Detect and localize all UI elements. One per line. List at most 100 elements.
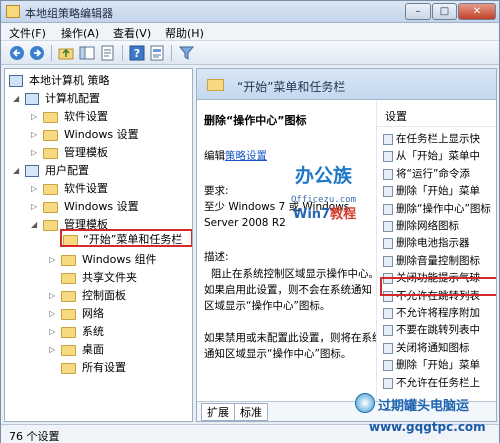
folder-icon bbox=[61, 255, 76, 266]
requirements-line-2: Server 2008 R2 bbox=[204, 217, 286, 229]
description-line-3: 区域显示“操作中心”图标。 bbox=[204, 300, 331, 312]
policy-setting-icon bbox=[383, 342, 393, 354]
settings-list-row[interactable]: 将“运行”命令添 bbox=[377, 166, 496, 183]
folder-icon bbox=[61, 273, 76, 284]
collapsed-arrow-icon[interactable]: ▷ bbox=[31, 180, 40, 198]
user-icon bbox=[25, 165, 39, 177]
toolbar-separator bbox=[171, 45, 172, 61]
settings-list-label: 删除网络图标 bbox=[396, 220, 459, 232]
collapsed-arrow-icon[interactable]: ▷ bbox=[49, 305, 58, 323]
settings-list-row[interactable]: 删除「开始」菜单 bbox=[377, 183, 496, 200]
policy-setting-icon bbox=[383, 221, 393, 232]
policy-setting-icon bbox=[383, 325, 393, 337]
folder-icon bbox=[43, 130, 58, 141]
settings-list-row[interactable]: 从「开始」菜单中 bbox=[377, 148, 496, 165]
folder-icon bbox=[43, 184, 58, 195]
export-list-icon[interactable] bbox=[100, 45, 117, 61]
settings-list-label: 将“运行”命令添 bbox=[396, 167, 470, 180]
filter-icon[interactable] bbox=[178, 45, 195, 61]
menu-help[interactable]: 帮助(H) bbox=[165, 25, 204, 41]
collapsed-arrow-icon[interactable]: ▷ bbox=[49, 341, 58, 359]
settings-list-label: 不允许将程序附加 bbox=[396, 307, 480, 319]
edit-policy-line: 编辑策略设置 bbox=[204, 149, 267, 164]
policy-setting-icon bbox=[383, 360, 393, 372]
toolbar: ? bbox=[1, 41, 499, 65]
collapsed-arrow-icon[interactable]: ▷ bbox=[31, 108, 40, 126]
details-pane: “开始”菜单和任务栏 删除“操作中心”图标 编辑策略设置 要求: 至少 Wind… bbox=[196, 68, 497, 422]
policy-setting-icon bbox=[383, 168, 393, 180]
policy-title: 删除“操作中心”图标 bbox=[204, 114, 307, 127]
status-text: 76 个设置 bbox=[9, 430, 60, 443]
policy-setting-icon bbox=[383, 203, 393, 215]
toolbar-separator bbox=[51, 45, 52, 61]
settings-list-row[interactable]: 不要在跳转列表中 bbox=[377, 322, 496, 339]
tab-extended[interactable]: 扩展 bbox=[201, 403, 235, 421]
tab-standard[interactable]: 标准 bbox=[234, 403, 268, 421]
policy-setting-icon bbox=[383, 308, 393, 319]
forward-arrow-icon[interactable] bbox=[29, 45, 46, 61]
menu-file[interactable]: 文件(F) bbox=[9, 25, 46, 41]
menu-bar: 文件(F) 操作(A) 查看(V) 帮助(H) bbox=[1, 23, 499, 41]
settings-list-label: 删除音量控制图标 bbox=[396, 254, 480, 267]
officezu-watermark: 办公族 Officezu.com Win7教程 bbox=[291, 165, 357, 223]
collapsed-arrow-icon[interactable]: ▷ bbox=[31, 144, 40, 162]
app-window: 本地组策略编辑器 – □ ✕ 文件(F) 操作(A) 查看(V) 帮助(H) ? bbox=[0, 0, 500, 443]
collapsed-arrow-icon[interactable]: ▷ bbox=[49, 287, 58, 305]
settings-list-label: 从「开始」菜单中 bbox=[396, 150, 480, 163]
title-bar[interactable]: 本地组策略编辑器 – □ ✕ bbox=[1, 1, 499, 23]
folder-icon bbox=[61, 309, 76, 320]
edit-prefix: 编辑 bbox=[204, 150, 225, 162]
toolbar-separator bbox=[122, 45, 123, 61]
expanded-arrow-icon[interactable]: ◢ bbox=[31, 216, 40, 234]
logo-icon bbox=[355, 393, 375, 413]
settings-list-row[interactable]: 删除电池指示器 bbox=[377, 235, 496, 252]
requirements-label: 要求: bbox=[204, 185, 229, 197]
edit-policy-link[interactable]: 策略设置 bbox=[225, 150, 267, 162]
policy-setting-icon bbox=[383, 186, 393, 198]
settings-list-row[interactable]: 不允许将程序附加 bbox=[377, 305, 496, 322]
description-line-2: 如果启用此设置，则不会在系统通知 bbox=[204, 284, 372, 296]
navigation-tree: 本地计算机 策略 ◢ 计算机配置 ▷ 软件设置 ▷ Windows 设置 ▷ 管… bbox=[4, 68, 193, 422]
settings-list-row[interactable]: 删除“操作中心”图标 bbox=[377, 201, 496, 218]
site-watermark-logo: 过期罐头电脑运 www.gqgtpc.com bbox=[353, 387, 497, 442]
settings-column-header[interactable]: 设置 bbox=[377, 107, 496, 127]
maximize-button[interactable]: □ bbox=[432, 3, 457, 20]
up-folder-icon[interactable] bbox=[58, 45, 75, 61]
collapsed-arrow-icon[interactable]: ▷ bbox=[49, 323, 58, 341]
folder-icon bbox=[207, 79, 224, 91]
settings-list-row[interactable]: 删除网络图标 bbox=[377, 218, 496, 235]
expanded-arrow-icon[interactable]: ◢ bbox=[13, 162, 22, 180]
selection-highlight bbox=[380, 277, 496, 296]
menu-action[interactable]: 操作(A) bbox=[61, 25, 99, 41]
properties-icon[interactable] bbox=[149, 45, 166, 61]
close-button[interactable]: ✕ bbox=[458, 3, 496, 20]
policy-setting-icon bbox=[383, 255, 393, 267]
details-header-title: “开始”菜单和任务栏 bbox=[237, 80, 346, 94]
help-icon[interactable]: ? bbox=[129, 45, 146, 61]
settings-list-row[interactable]: 在任务栏上显示快 bbox=[377, 131, 496, 148]
menu-view[interactable]: 查看(V) bbox=[113, 25, 151, 41]
settings-list-row[interactable]: 删除音量控制图标 bbox=[377, 253, 496, 270]
collapsed-arrow-icon[interactable]: ▷ bbox=[49, 251, 58, 269]
settings-list-label: 删除“操作中心”图标 bbox=[396, 202, 491, 215]
minimize-button[interactable]: – bbox=[405, 3, 431, 20]
settings-list-row[interactable]: 删除「开始」菜单 bbox=[377, 357, 496, 374]
policy-description: 删除“操作中心”图标 编辑策略设置 要求: 至少 Windows 7 或 Win… bbox=[197, 101, 383, 401]
settings-list-row[interactable]: 关闭将通知图标 bbox=[377, 340, 496, 357]
folder-icon bbox=[61, 291, 76, 302]
selection-highlight bbox=[60, 229, 192, 247]
description-label: 描述: bbox=[204, 251, 229, 263]
policy-setting-icon bbox=[383, 151, 393, 163]
collapsed-arrow-icon[interactable]: ▷ bbox=[31, 126, 40, 144]
collapsed-arrow-icon[interactable]: ▷ bbox=[31, 198, 40, 216]
description-line-4: 如果禁用或未配置此设置，则将在系统 bbox=[204, 332, 383, 344]
back-arrow-icon[interactable] bbox=[9, 45, 26, 61]
folder-icon bbox=[61, 327, 76, 338]
description-line-1: 阻止在系统控制区域显示操作中心。 bbox=[211, 268, 379, 280]
folder-icon bbox=[43, 148, 58, 159]
settings-list-label: 删除电池指示器 bbox=[396, 237, 470, 250]
show-hide-tree-icon[interactable] bbox=[79, 45, 96, 61]
folder-icon bbox=[61, 345, 76, 356]
expanded-arrow-icon[interactable]: ◢ bbox=[13, 90, 22, 108]
svg-text:?: ? bbox=[134, 47, 140, 60]
